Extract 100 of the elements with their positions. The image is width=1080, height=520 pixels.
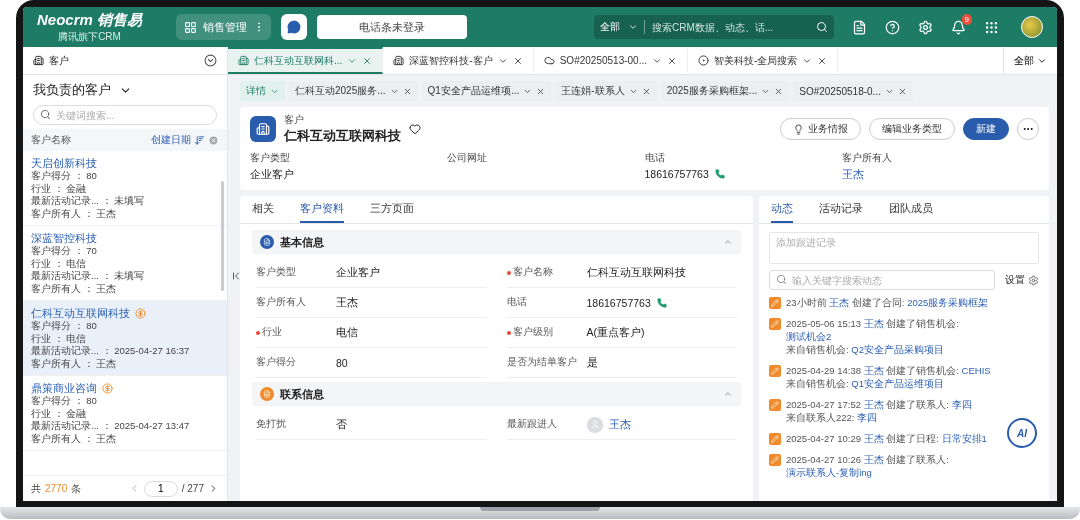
total-count: 2770 bbox=[45, 483, 68, 494]
field-value: A(重点客户) bbox=[586, 325, 645, 340]
customer-card[interactable]: 仁科互动互联网科技 客户得分 ： 80 行业 ： 电信 最新活动记录... ： 2025-04-27 16:37 客户所有人 ： 王杰 bbox=[23, 301, 227, 376]
customer-name[interactable]: 天启创新科技 bbox=[31, 156, 97, 170]
total-label: 共 bbox=[31, 481, 41, 496]
field-label: 行业 bbox=[256, 326, 336, 339]
feed-entry-text: 2025-04-27 10:26 王杰 创建了联系人: 演示联系人-复制ing bbox=[786, 453, 950, 479]
feed-link[interactable]: 王杰 bbox=[863, 399, 884, 410]
sub-tab[interactable]: 王连娟-联系人 bbox=[555, 81, 657, 101]
feed-link[interactable]: 李四 bbox=[857, 412, 878, 423]
help-icon[interactable] bbox=[885, 19, 900, 35]
feed-link[interactable]: 王杰 bbox=[863, 365, 884, 376]
apps-grid-icon[interactable] bbox=[984, 19, 999, 35]
ai-assistant-button[interactable]: AI bbox=[1007, 418, 1037, 448]
dropdown-icon[interactable] bbox=[204, 54, 217, 67]
note-field[interactable]: 添加跟进记录 bbox=[769, 232, 1039, 264]
close-icon[interactable] bbox=[402, 86, 412, 96]
close-icon[interactable] bbox=[897, 86, 907, 96]
detail-tab[interactable]: 客户资料 bbox=[300, 196, 344, 223]
bell-icon[interactable] bbox=[951, 19, 966, 35]
field-label: 客户所有人 bbox=[256, 296, 307, 309]
column-header: 客户名称 bbox=[31, 133, 72, 147]
detail-tab[interactable]: 三方页面 bbox=[370, 196, 414, 223]
owner-link[interactable]: 王杰 bbox=[841, 168, 1039, 182]
feed-tab[interactable]: 动态 bbox=[771, 196, 793, 223]
pencil-icon bbox=[769, 433, 781, 445]
field-value: 是 bbox=[586, 355, 598, 370]
sort-link[interactable]: 创建日期 bbox=[151, 133, 191, 147]
sub-tab[interactable]: 2025服务采购框架... bbox=[660, 81, 790, 101]
field-label: 电话 bbox=[644, 151, 666, 165]
field-label: 公司网址 bbox=[447, 151, 489, 165]
customer-detail: 客户得分 ： 70 bbox=[31, 245, 98, 258]
pencil-icon bbox=[769, 297, 781, 309]
feed-link[interactable]: Q1安全产品运维项目 bbox=[851, 378, 944, 389]
chat-button[interactable] bbox=[281, 14, 308, 40]
scrollbar[interactable] bbox=[221, 181, 224, 291]
action-button[interactable]: 新建 bbox=[963, 118, 1009, 140]
section-title: 基本信息 bbox=[280, 234, 325, 250]
sub-tab[interactable]: SO#20250518-0... bbox=[793, 81, 913, 101]
phone-icon[interactable] bbox=[714, 169, 725, 179]
customer-name[interactable]: 鼎策商业咨询 bbox=[31, 381, 97, 395]
close-icon[interactable] bbox=[362, 55, 373, 66]
feed-link[interactable]: 演示联系人-复制ing bbox=[786, 467, 872, 478]
close-icon[interactable] bbox=[667, 55, 677, 66]
page-field[interactable]: 1 bbox=[143, 480, 178, 497]
favorite-icon[interactable] bbox=[409, 123, 421, 135]
close-icon[interactable] bbox=[641, 86, 651, 96]
customer-name[interactable]: 仁科互动互联网科技 bbox=[31, 306, 130, 320]
user-avatar[interactable] bbox=[1021, 16, 1043, 38]
list-search-field[interactable]: 关键词搜索... bbox=[33, 105, 217, 125]
feed-link[interactable]: 2025服务采购框架 bbox=[907, 297, 989, 308]
action-button[interactable]: 业务情报 bbox=[780, 118, 861, 140]
customer-detail: 行业 ： 电信 bbox=[31, 332, 88, 345]
pencil-icon bbox=[769, 399, 781, 411]
search-icon[interactable] bbox=[816, 21, 828, 33]
collapse-panel-icon[interactable] bbox=[230, 270, 242, 282]
app-menu-button[interactable]: 销售管理 bbox=[176, 14, 272, 40]
record-title: 仁科互动互联网科技 bbox=[284, 127, 401, 145]
detail-tab[interactable]: 相关 bbox=[252, 196, 274, 223]
sub-tab[interactable]: 仁科互动2025服务... bbox=[289, 81, 418, 101]
section-header[interactable]: 基本信息 bbox=[252, 230, 741, 254]
feed-link[interactable]: 王杰 bbox=[863, 318, 884, 329]
settings-icon[interactable] bbox=[1028, 274, 1039, 286]
record-tab[interactable]: 仁科互动互联网科... bbox=[228, 47, 384, 74]
feed-link[interactable]: CEHIS bbox=[961, 365, 991, 376]
feed-link[interactable]: 测试机会2 bbox=[786, 331, 832, 342]
feed-link[interactable]: 李四 bbox=[951, 399, 972, 410]
sort-icon[interactable] bbox=[194, 134, 205, 146]
phone-status-button[interactable]: 电话条未登录 bbox=[317, 15, 468, 39]
action-button[interactable]: 编辑业务类型 bbox=[869, 118, 955, 140]
feed-tab[interactable]: 活动记录 bbox=[819, 196, 863, 223]
feed-link[interactable]: 日常安排1 bbox=[941, 433, 987, 444]
feed-entry-text: 23小时前 王杰 创建了合同: 2025服务采购框架 bbox=[786, 296, 989, 309]
close-icon[interactable] bbox=[512, 55, 523, 66]
building-icon bbox=[250, 116, 276, 142]
close-icon[interactable] bbox=[817, 55, 828, 66]
feed-link[interactable]: Q2安全产品采购项目 bbox=[851, 344, 944, 355]
sub-tab[interactable]: Q1安全产品运维项... bbox=[421, 81, 552, 101]
close-icon[interactable] bbox=[774, 86, 784, 96]
close-icon[interactable] bbox=[536, 86, 546, 96]
search-field[interactable]: 全部 搜索CRM数据、动态、话... bbox=[594, 15, 834, 39]
feed-search-field[interactable]: 输入关键字搜索动态 bbox=[769, 270, 995, 290]
feed-link[interactable]: 王杰 bbox=[863, 433, 884, 444]
customer-detail: 客户所有人 ： 王杰 bbox=[31, 282, 118, 295]
phone-icon[interactable] bbox=[656, 297, 667, 308]
customer-name[interactable]: 深蓝智控科技 bbox=[31, 231, 97, 245]
sub-tab[interactable]: 详情 bbox=[240, 81, 285, 101]
field-label: 最新跟进人 bbox=[506, 418, 558, 431]
clear-icon[interactable] bbox=[208, 134, 219, 146]
settings-link[interactable]: 设置 bbox=[1005, 273, 1025, 287]
feed-link[interactable]: 王杰 bbox=[829, 297, 850, 308]
person-link[interactable]: 王杰 bbox=[608, 417, 631, 432]
scope-dropdown[interactable]: 全部 bbox=[600, 20, 645, 34]
feed-tab[interactable]: 团队成员 bbox=[889, 196, 933, 223]
feed-link[interactable]: 王杰 bbox=[863, 454, 884, 465]
section-header[interactable]: 联系信息 bbox=[252, 382, 741, 406]
more-button[interactable] bbox=[1017, 118, 1039, 140]
form-icon[interactable] bbox=[852, 19, 867, 35]
customer-detail: 最新活动记录... ： 未填写 bbox=[31, 195, 146, 208]
target-icon bbox=[698, 55, 709, 66]
